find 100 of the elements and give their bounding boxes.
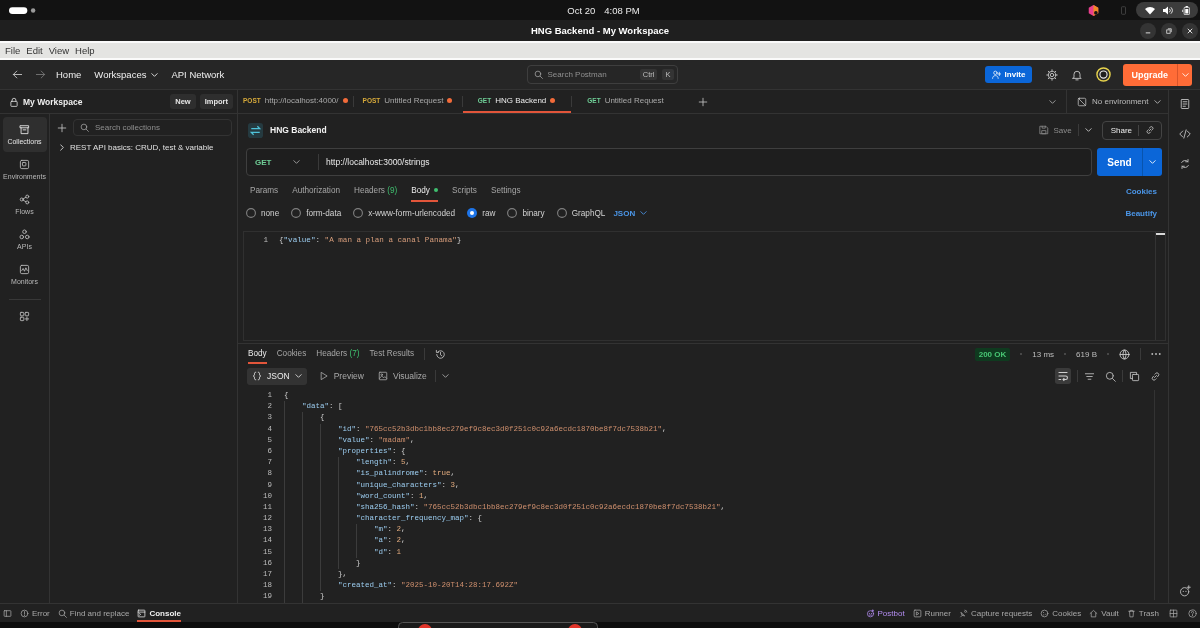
- status-bar-tool[interactable]: Trash: [1126, 604, 1159, 622]
- response-time[interactable]: 13 ms: [1032, 349, 1055, 359]
- caret-icon[interactable]: [1084, 128, 1092, 132]
- format-dropdown[interactable]: JSON: [613, 208, 648, 218]
- body-type-option[interactable]: binary: [507, 208, 545, 218]
- clock-label[interactable]: 4:08 PM: [604, 4, 640, 16]
- upgrade-menu-button[interactable]: [1177, 63, 1192, 86]
- back-arrow-icon[interactable]: [12, 69, 23, 80]
- help-icon[interactable]: [1188, 608, 1197, 618]
- send-button[interactable]: Send: [1097, 148, 1142, 176]
- request-option-tab[interactable]: Body: [411, 180, 438, 202]
- caret-icon[interactable]: [441, 374, 449, 378]
- forward-arrow-icon[interactable]: [35, 69, 46, 80]
- beautify-link[interactable]: Beautify: [1125, 208, 1157, 218]
- globe-icon[interactable]: [1119, 348, 1130, 360]
- history-icon[interactable]: [435, 348, 447, 360]
- caret-icon: [640, 211, 648, 215]
- view-mode-button[interactable]: Visualize: [375, 367, 429, 385]
- close-button[interactable]: [1182, 22, 1198, 39]
- more-icon[interactable]: [1151, 352, 1161, 356]
- restore-button[interactable]: [1161, 22, 1177, 39]
- status-bar-tool[interactable]: Vault: [1089, 604, 1119, 622]
- body-type-option[interactable]: raw: [467, 208, 496, 218]
- search-icon[interactable]: [1105, 370, 1116, 382]
- menu-item[interactable]: File: [2, 45, 24, 56]
- gear-icon[interactable]: [1046, 68, 1059, 81]
- sidebar-toggle-icon[interactable]: [3, 608, 12, 618]
- invite-button[interactable]: Invite: [984, 66, 1033, 83]
- minimize-button[interactable]: [1140, 22, 1156, 39]
- collection-item[interactable]: REST API basics: CRUD, test & variable: [57, 143, 214, 152]
- cycle-arrows-icon[interactable]: [1178, 158, 1191, 170]
- search-icon: [57, 608, 67, 618]
- view-mode-button[interactable]: Preview: [316, 367, 366, 385]
- request-option-tab[interactable]: Scripts: [451, 180, 477, 202]
- battery-icon: [1181, 5, 1191, 15]
- body-type-option[interactable]: GraphQL: [556, 208, 606, 218]
- plus-icon[interactable]: [57, 122, 67, 133]
- status-bar-tool[interactable]: Capture requests: [958, 604, 1033, 622]
- plus-icon[interactable]: [697, 96, 708, 107]
- environment-dropdown[interactable]: No environment: [1066, 90, 1168, 113]
- share-button[interactable]: Share: [1110, 125, 1132, 135]
- menu-item[interactable]: View: [45, 45, 73, 56]
- code-icon[interactable]: [1178, 128, 1191, 140]
- body-type-option[interactable]: form-data: [291, 208, 342, 218]
- system-tray[interactable]: [1136, 2, 1198, 18]
- nav-link[interactable]: Home: [56, 69, 82, 80]
- response-tab[interactable]: Test Results: [369, 344, 415, 364]
- close-icon: [1187, 27, 1193, 34]
- date-label[interactable]: Oct 20: [567, 4, 596, 16]
- link-icon[interactable]: [1145, 125, 1155, 135]
- document-icon[interactable]: [1178, 98, 1191, 110]
- search-input[interactable]: Search Postman: [547, 70, 635, 79]
- save-button[interactable]: Save: [1039, 125, 1072, 135]
- workspace-name[interactable]: My Workspace: [23, 96, 83, 107]
- response-tab[interactable]: Body: [248, 344, 267, 364]
- postbot-button[interactable]: Postbot: [865, 604, 905, 622]
- method-dropdown[interactable]: GET: [247, 154, 319, 170]
- bell-icon[interactable]: [1071, 68, 1084, 81]
- braces-icon: [252, 371, 262, 381]
- hexagon-app-icon[interactable]: [1088, 4, 1099, 16]
- status-bar-tab[interactable]: Find and replace: [57, 604, 130, 622]
- request-url-bar[interactable]: GET http://localhost:3000/strings: [246, 148, 1092, 176]
- nav-link[interactable]: API Network: [171, 69, 225, 80]
- filter-icon[interactable]: [1084, 370, 1095, 382]
- three-circles-icon: [19, 229, 30, 240]
- cookies-link[interactable]: Cookies: [1125, 186, 1157, 196]
- response-tab[interactable]: Headers (7): [316, 344, 360, 364]
- avatar-icon[interactable]: [1096, 67, 1112, 82]
- response-tab[interactable]: Cookies: [276, 344, 307, 364]
- caret-icon: [1149, 160, 1156, 164]
- circle-sparkle-icon[interactable]: [1178, 585, 1191, 597]
- caret-icon[interactable]: [1049, 99, 1056, 104]
- request-option-tab[interactable]: Settings: [490, 180, 521, 202]
- status-bar-tool[interactable]: Runner: [912, 604, 951, 622]
- request-option-tab[interactable]: Headers (9): [354, 180, 398, 202]
- body-type-option[interactable]: x-www-form-urlencoded: [353, 208, 456, 218]
- request-option-tab[interactable]: Params: [250, 180, 279, 202]
- wifi-icon: [1145, 5, 1155, 15]
- request-option-tab[interactable]: Authorization: [292, 180, 340, 202]
- menu-item[interactable]: Edit: [23, 45, 46, 56]
- scrollbar-thumb[interactable]: [1156, 233, 1165, 235]
- status-bar-tab[interactable]: Error: [20, 604, 50, 622]
- wrap-lines-icon[interactable]: [1055, 368, 1071, 384]
- activities-icon[interactable]: [9, 6, 36, 14]
- url-input[interactable]: http://localhost:3000/strings: [319, 149, 1091, 175]
- link-icon[interactable]: [1150, 370, 1161, 382]
- search-field[interactable]: Search collections: [73, 119, 232, 136]
- layout-grid-icon[interactable]: [1169, 608, 1178, 618]
- request-title[interactable]: HNG Backend: [270, 125, 327, 135]
- body-type-option[interactable]: none: [246, 208, 280, 218]
- workspaces-menu[interactable]: Workspaces: [94, 69, 159, 80]
- menu-item[interactable]: Help: [72, 45, 98, 56]
- grid-plus-icon[interactable]: [19, 311, 30, 322]
- copy-icon[interactable]: [1129, 370, 1140, 382]
- view-mode-button[interactable]: JSON: [247, 367, 307, 385]
- status-bar-tool[interactable]: Cookies: [1040, 604, 1082, 622]
- status-badge[interactable]: 200 OK: [974, 347, 1011, 361]
- response-size[interactable]: 619 B: [1076, 349, 1097, 359]
- tab-title: HNG Backend: [495, 96, 547, 105]
- search-input[interactable]: Search collections: [95, 123, 231, 132]
